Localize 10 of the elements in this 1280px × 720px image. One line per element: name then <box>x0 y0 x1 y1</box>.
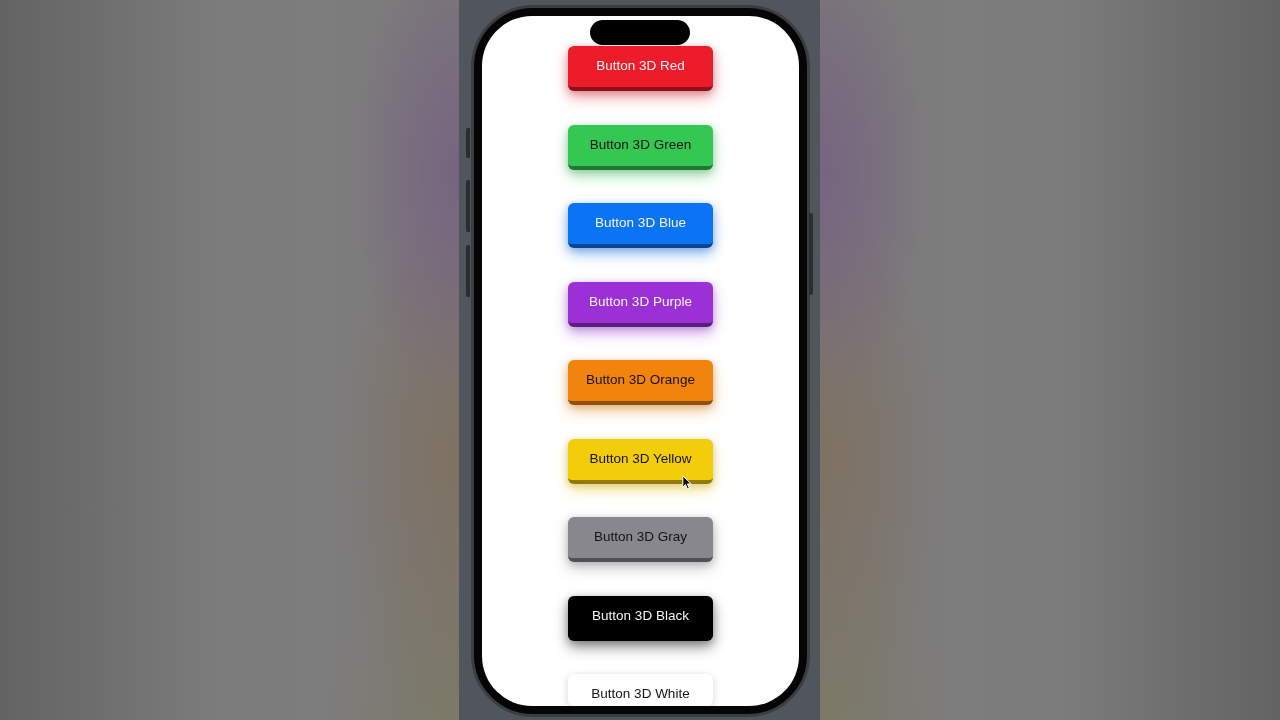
raised-button[interactable]: Button 3D Black <box>568 595 713 641</box>
raised-button[interactable]: Button 3D Orange <box>568 360 713 405</box>
raised-button[interactable]: Button 3D White <box>568 674 713 706</box>
raised-button[interactable]: Button 3D Yellow <box>568 438 713 484</box>
raised-button[interactable]: Button 3D Red <box>568 46 713 91</box>
raised-button[interactable]: Button 3D Gray <box>568 517 713 562</box>
raised-button[interactable]: Button 3D Purple <box>568 281 713 327</box>
raised-button[interactable]: Button 3D Blue <box>568 203 713 248</box>
mouse-pointer-icon <box>682 475 692 490</box>
raised-button[interactable]: Button 3D Green <box>568 124 713 170</box>
